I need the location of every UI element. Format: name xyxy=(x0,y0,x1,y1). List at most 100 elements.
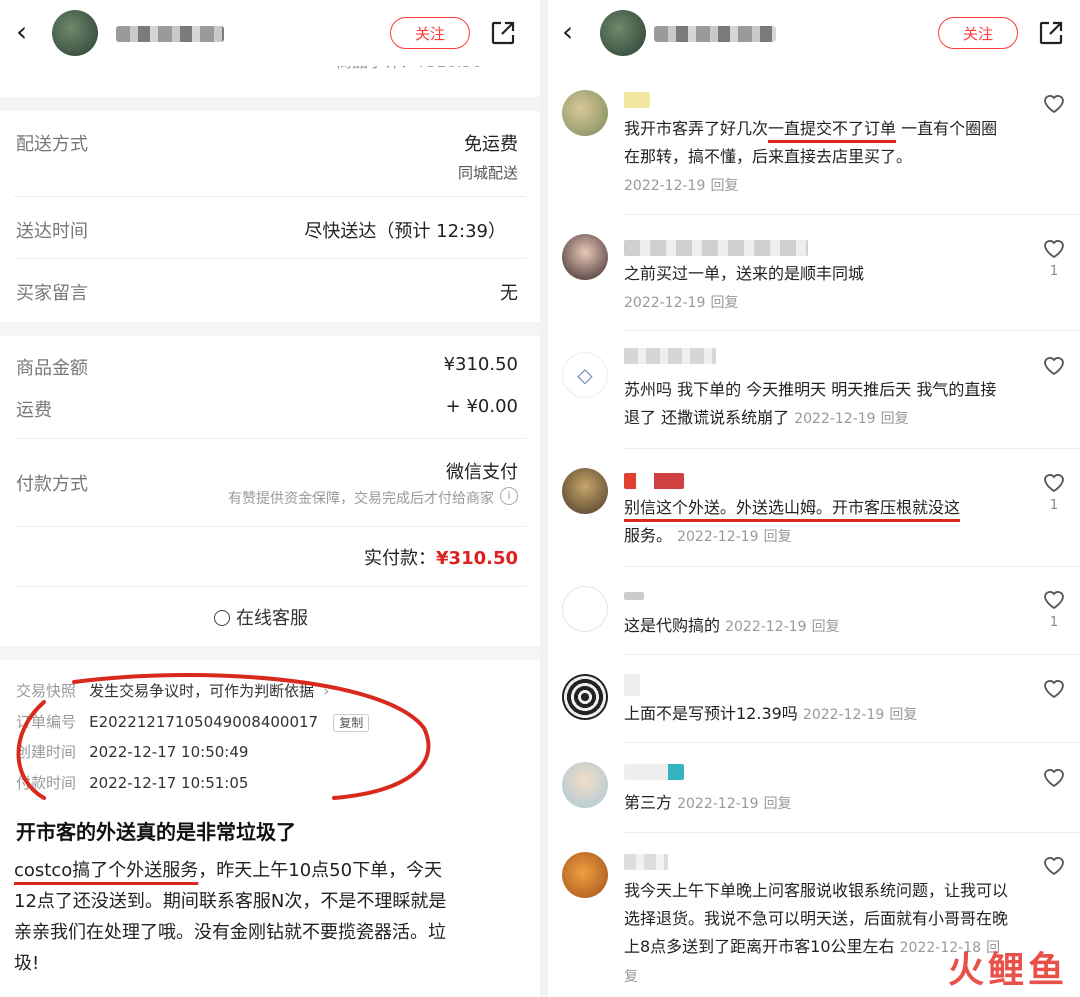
watermark-logo: 火鲤鱼 xyxy=(947,950,1068,991)
comment-date: 2022-12-19 xyxy=(624,295,706,311)
reply-link[interactable]: 回复 xyxy=(889,707,917,723)
reply-link[interactable]: 回复 xyxy=(710,178,738,194)
post-line-2: 12点了还没送到。期间联系客服N次，不是不理睬就是 xyxy=(14,891,447,912)
divider xyxy=(14,196,526,197)
comment-text: 我开市客弄了好几次一直提交不了订单 一直有个圈圈在那转，搞不懂，后来直接去店里买… xyxy=(624,115,1008,200)
reply-link[interactable]: 回复 xyxy=(812,619,840,635)
comment-text: 苏州吗 我下单的 今天推明天 明天推后天 我气的直接退了 还撒谎说系统崩了 20… xyxy=(624,376,1008,433)
comment-date: 2022-12-19 xyxy=(677,529,759,545)
comment-highlight: 一直提交不了订单 xyxy=(768,119,897,138)
comment-avatar[interactable] xyxy=(562,762,608,808)
comment-text: 第三方 2022-12-19 回复 xyxy=(624,789,1008,818)
post-line-4: 圾! xyxy=(14,953,40,974)
divider xyxy=(624,214,1080,215)
blurred-username xyxy=(624,854,668,870)
order-detail-panel: ‹ 关注 商品小计：¥310.50 配送方式 免运费 同城配送 送达时间 尽快送… xyxy=(0,0,540,997)
online-service-button[interactable]: 在线客服 xyxy=(214,604,308,630)
share-icon[interactable] xyxy=(1038,20,1064,46)
note-label: 买家留言 xyxy=(16,283,88,304)
comment-date: 2022-12-19 xyxy=(624,178,706,194)
heart-icon[interactable] xyxy=(1042,854,1066,876)
heart-icon[interactable] xyxy=(1042,237,1066,259)
back-chevron-icon[interactable]: ‹ xyxy=(562,18,573,46)
info-icon[interactable]: i xyxy=(500,487,518,505)
comment-body: 这是代购搞的 xyxy=(624,616,721,635)
follow-button[interactable]: 关注 xyxy=(938,17,1018,49)
blurred-username xyxy=(624,473,684,489)
blurred-username xyxy=(654,26,776,42)
divider xyxy=(624,742,1080,743)
reply-link[interactable]: 回复 xyxy=(764,796,792,812)
avatar[interactable] xyxy=(52,10,98,56)
total-price: ¥310.50 xyxy=(436,548,518,569)
post-highlight: costco搞了个外送服务 xyxy=(14,860,199,881)
blurred-username xyxy=(624,240,808,256)
comment-avatar[interactable] xyxy=(562,852,608,898)
goods-amount-label: 商品金额 xyxy=(16,358,88,379)
post-title: 开市客的外送真的是非常垃圾了 xyxy=(16,820,296,844)
post-body: costco搞了个外送服务，昨天上午10点50下单，今天 12点了还没送到。期间… xyxy=(14,855,524,979)
comment-body: 服务。 xyxy=(624,526,673,545)
reply-link[interactable]: 回复 xyxy=(710,295,738,311)
diamond-avatar-icon[interactable]: ◇ xyxy=(562,352,608,398)
heart-icon[interactable] xyxy=(1042,588,1066,610)
comment-date: 2022-12-19 xyxy=(802,707,885,723)
follow-button[interactable]: 关注 xyxy=(390,17,470,49)
section-gap xyxy=(0,646,540,660)
blurred-username xyxy=(624,592,644,600)
total-label: 实付款： xyxy=(364,548,437,569)
comment-date: 2022-12-19 xyxy=(677,796,759,812)
arrival-value[interactable]: 尽快送达（预计 12:39） xyxy=(304,217,506,243)
comment-body: 第三方 xyxy=(624,793,673,812)
heart-icon[interactable] xyxy=(1042,354,1066,376)
arrival-label: 送达时间 xyxy=(16,221,88,242)
blurred-username xyxy=(624,674,640,696)
delivery-label: 配送方式 xyxy=(16,134,88,155)
blurred-username xyxy=(624,764,684,780)
like-count: 1 xyxy=(1049,264,1059,279)
post-line-1: costco搞了个外送服务，昨天上午10点50下单，今天 xyxy=(14,855,524,886)
divider xyxy=(14,258,526,259)
back-chevron-icon[interactable]: ‹ xyxy=(16,18,27,46)
heart-icon[interactable] xyxy=(1042,677,1066,699)
comment-text: 这是代购搞的 2022-12-19 回复 xyxy=(624,612,1008,641)
comment-highlight: 别信这个外送。外送选山姆。开市客压根就没这 xyxy=(624,498,961,517)
section-gap xyxy=(0,322,540,336)
comment-body: 上面不是写预计12.39吗 xyxy=(624,704,798,723)
online-service-label: 在线客服 xyxy=(236,608,308,629)
comment-avatar[interactable] xyxy=(562,586,608,632)
shipping-label: 运费 xyxy=(16,400,52,421)
total-row: 实付款：¥310.50 xyxy=(364,544,518,570)
post-text: ，昨天上午10点50下单，今天 xyxy=(198,860,443,881)
blurred-username xyxy=(624,348,716,364)
heart-icon[interactable] xyxy=(1042,92,1066,114)
heart-icon[interactable] xyxy=(1042,471,1066,493)
payment-guarantee: 有赞提供资金保障，交易完成后才付给商家 xyxy=(228,491,494,507)
divider xyxy=(624,566,1080,567)
share-icon[interactable] xyxy=(490,20,516,46)
divider xyxy=(624,654,1080,655)
reply-link[interactable]: 回复 xyxy=(764,529,792,545)
comment-avatar[interactable] xyxy=(562,468,608,514)
comment-date: 2022-12-19 xyxy=(794,411,876,427)
comments-panel: ‹ 关注 我开市客弄了好几次一直提交不了订单 一直有个圈圈在那转，搞不懂，后来直… xyxy=(548,0,1080,997)
like-count: 1 xyxy=(1049,615,1059,630)
comment-avatar[interactable] xyxy=(562,234,608,280)
avatar[interactable] xyxy=(600,10,646,56)
divider xyxy=(14,526,526,527)
comment-date: 2022-12-19 xyxy=(725,619,807,635)
blurred-username xyxy=(624,92,650,108)
divider xyxy=(624,832,1080,833)
reply-link[interactable]: 回复 xyxy=(881,411,909,427)
post-line-3: 亲亲我们在处理了哦。没有金刚钻就不要揽瓷器活。垃 xyxy=(14,922,446,943)
goods-amount-value: ¥310.50 xyxy=(443,354,518,375)
delivery-value: 免运费 xyxy=(464,134,518,155)
heart-icon[interactable] xyxy=(1042,766,1066,788)
divider xyxy=(624,448,1080,449)
divider xyxy=(14,438,526,439)
divider xyxy=(624,330,1080,331)
comment-avatar[interactable] xyxy=(562,90,608,136)
section-gap xyxy=(0,97,540,111)
comment-text: 别信这个外送。外送选山姆。开市客压根就没这 服务。 2022-12-19 回复 xyxy=(624,494,1008,551)
comment-avatar[interactable] xyxy=(562,674,608,720)
